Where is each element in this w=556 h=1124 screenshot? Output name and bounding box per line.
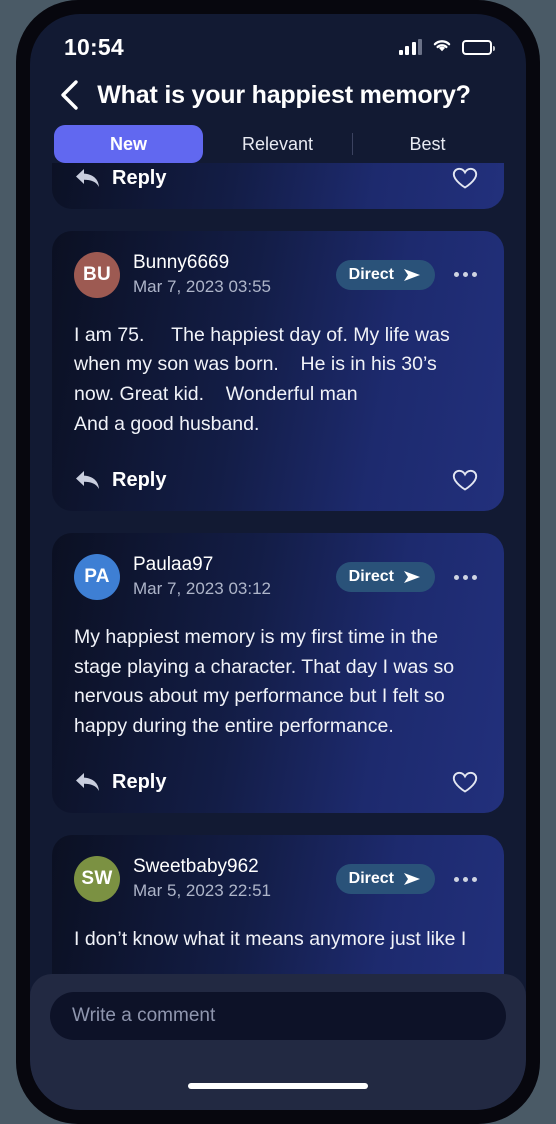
identity: Bunny6669 Mar 7, 2023 03:55: [133, 251, 323, 299]
reply-button[interactable]: Reply: [74, 771, 166, 794]
timestamp: Mar 7, 2023 03:55: [133, 276, 271, 296]
reply-arrow-icon: [76, 773, 99, 792]
app-header: What is your happiest memory? New Releva…: [30, 68, 526, 163]
reply-arrow-icon: [76, 169, 99, 187]
tab-best[interactable]: Best: [353, 125, 502, 163]
more-options-button[interactable]: [448, 562, 482, 592]
like-button[interactable]: [448, 767, 482, 797]
like-button[interactable]: [448, 465, 482, 495]
status-bar-time: 10:54: [64, 33, 124, 60]
direct-label: Direct: [348, 568, 394, 586]
header-row: What is your happiest memory?: [52, 72, 504, 118]
card-actions: Reply: [74, 163, 482, 193]
username: Paulaa97: [133, 554, 214, 576]
reply-label: Reply: [112, 468, 167, 491]
timestamp: Mar 7, 2023 03:12: [133, 578, 271, 598]
username: Bunny6669: [133, 252, 230, 273]
heart-outline-icon: [452, 167, 478, 189]
phone-screen: 10:54 What is your happiest memory? New …: [30, 14, 526, 1110]
comment-card: BU Bunny6669 Mar 7, 2023 03:55 Direct I …: [52, 231, 504, 512]
card-header: SW Sweetbaby962 Mar 5, 2023 22:51 Direct: [74, 855, 482, 903]
home-indicator: [188, 1083, 368, 1089]
tab-new[interactable]: New: [54, 125, 203, 163]
username: Sweetbaby962: [133, 856, 259, 878]
identity: Sweetbaby962 Mar 5, 2023 22:51: [133, 855, 323, 903]
card-header: BU Bunny6669 Mar 7, 2023 03:55 Direct: [74, 251, 482, 299]
comment-body: I am 75. The happiest day of. My life wa…: [74, 323, 450, 435]
comment-card: Reply: [52, 163, 504, 209]
avatar: SW: [74, 856, 120, 903]
card-actions: Reply: [74, 767, 482, 797]
direct-label: Direct: [348, 870, 394, 888]
send-arrow-icon: [404, 873, 420, 886]
more-options-button[interactable]: [448, 864, 482, 894]
battery-icon: [462, 39, 495, 55]
reply-button[interactable]: Reply: [74, 469, 166, 492]
direct-button[interactable]: Direct: [335, 864, 435, 895]
comment-body: My happiest memory is my first time in t…: [74, 625, 460, 737]
identity: Paulaa97 Mar 7, 2023 03:12: [133, 553, 323, 601]
comment-input[interactable]: [50, 992, 506, 1040]
heart-outline-icon: [452, 469, 478, 491]
page-title: What is your happiest memory?: [97, 80, 471, 109]
ellipsis-icon: [453, 876, 459, 882]
card-actions: Reply: [74, 465, 482, 495]
direct-button[interactable]: Direct: [335, 562, 435, 593]
more-options-button[interactable]: [448, 260, 482, 290]
timestamp: Mar 5, 2023 22:51: [133, 881, 271, 901]
avatar: BU: [74, 251, 120, 298]
reply-button[interactable]: Reply: [74, 167, 166, 190]
comment-composer: [30, 974, 526, 1110]
reply-label: Reply: [112, 166, 167, 189]
status-bar: 10:54: [30, 14, 526, 68]
avatar: PA: [74, 554, 120, 601]
comment-body: I don’t know what it means anymore just …: [74, 928, 467, 951]
tab-bar: New Relevant Best: [52, 125, 504, 163]
comment-card: PA Paulaa97 Mar 7, 2023 03:12 Direct My …: [52, 533, 504, 814]
ellipsis-icon: [453, 574, 459, 580]
reply-label: Reply: [112, 770, 167, 793]
direct-label: Direct: [348, 265, 394, 283]
send-arrow-icon: [404, 268, 420, 281]
direct-button[interactable]: Direct: [335, 259, 435, 290]
comment-feed[interactable]: Reply BU Bunny6669 Mar 7, 2023 03:55 Dir…: [30, 163, 526, 1110]
tab-relevant[interactable]: Relevant: [203, 125, 352, 163]
chevron-left-icon: [61, 80, 78, 110]
like-button[interactable]: [448, 163, 482, 193]
card-header: PA Paulaa97 Mar 7, 2023 03:12 Direct: [74, 553, 482, 601]
send-arrow-icon: [404, 571, 420, 584]
ellipsis-icon: [453, 272, 459, 278]
reply-arrow-icon: [76, 471, 99, 490]
phone-frame: 10:54 What is your happiest memory? New …: [16, 0, 540, 1124]
back-button[interactable]: [52, 76, 86, 114]
wifi-icon: [431, 37, 453, 58]
status-bar-icons: [398, 37, 495, 58]
heart-outline-icon: [452, 771, 478, 793]
cellular-signal-icon: [398, 38, 422, 55]
